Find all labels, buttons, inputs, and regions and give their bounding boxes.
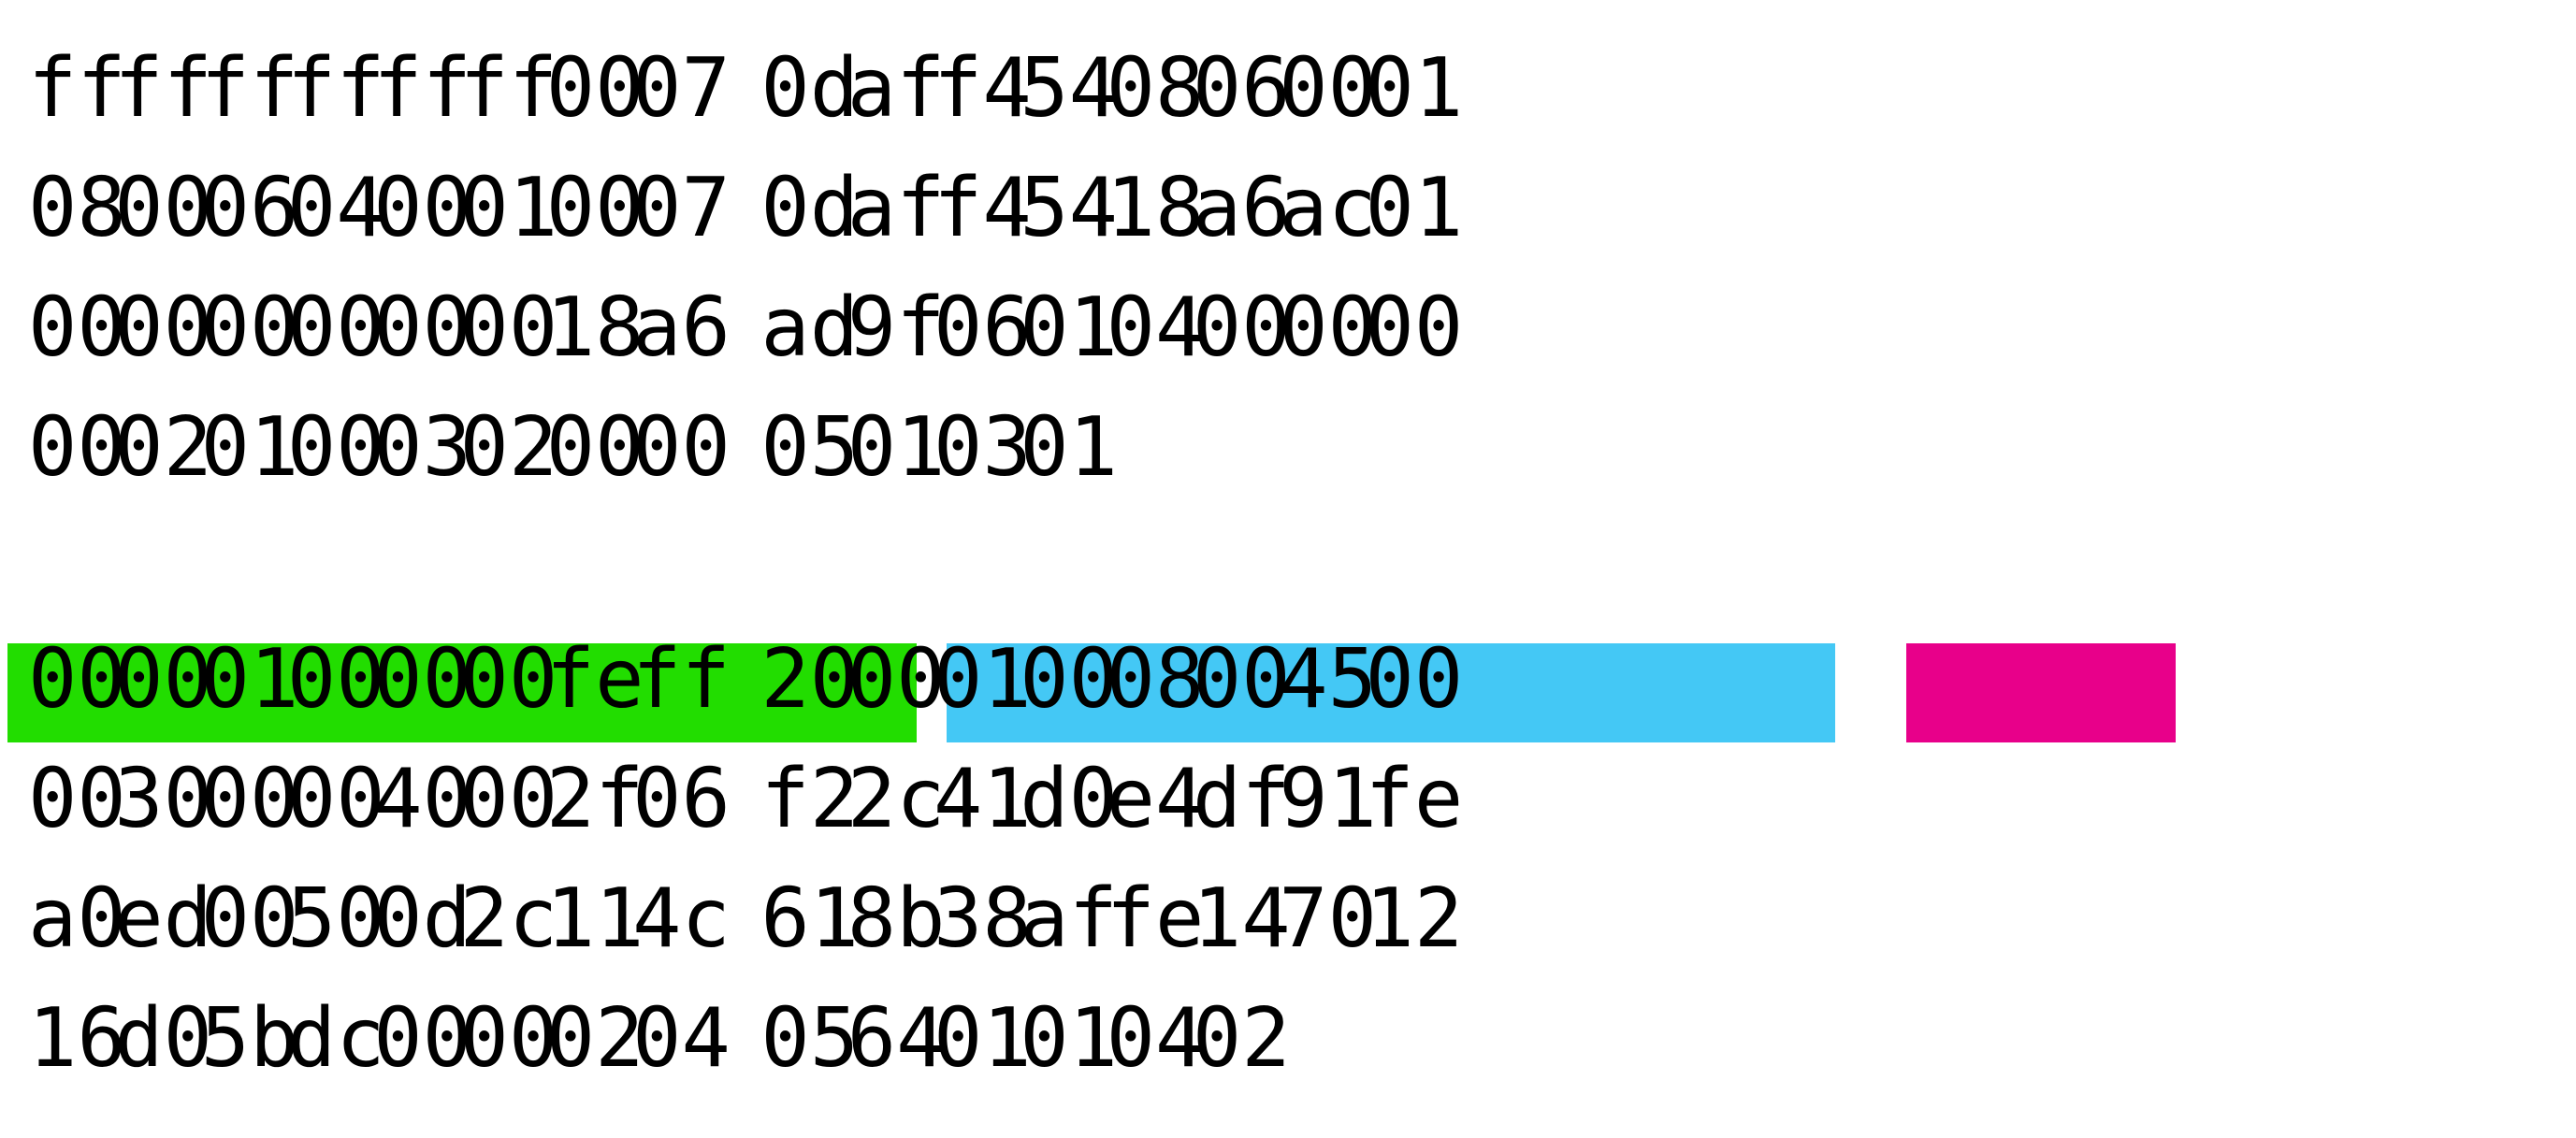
hex-byte: 00 (1365, 280, 1464, 375)
hex-row: ff ff ff ff ff ff 00 07 0d af f4 54 08 06 00 01 (0, 41, 2576, 135)
hex-row: 00 00 01 00 00 00 fe ff 20 00 01 00 08 00 45 00 (0, 632, 2576, 726)
hex-row: a0 ed 00 50 0d 2c 11 4c 61 8b 38 af fe 14 70 12 (0, 872, 2576, 965)
hex-byte: 12 (1365, 871, 1464, 966)
hex-byte: 01 (1365, 40, 1464, 136)
hex-row: 00 00 00 00 00 00 18 a6 ad 9f 06 01 04 00 00 00 (0, 281, 2576, 374)
hex-row: 00 02 01 00 03 02 00 00 05 01 03 01 (0, 400, 2576, 494)
hex-byte: fe (1365, 751, 1464, 846)
hex-byte: 01 (1365, 160, 1464, 255)
hex-row: 08 00 06 04 00 01 00 07 0d af f4 54 18 a6 ac 01 (0, 161, 2576, 254)
hex-byte: ff (632, 631, 731, 727)
hex-byte: 00 (632, 399, 731, 495)
hex-byte: 06 (632, 751, 731, 846)
hex-byte: 02 (1192, 990, 1291, 1086)
hex-byte: 00 (1365, 631, 1464, 727)
hex-byte: 01 (1020, 399, 1119, 495)
hex-row: 16 d0 5b dc 00 00 02 04 05 64 01 01 04 02 (0, 991, 2576, 1085)
hex-byte: 04 (632, 990, 731, 1086)
hex-byte: 4c (632, 871, 731, 966)
hex-byte: a6 (632, 280, 731, 375)
hex-dump-view: ff ff ff ff ff ff 00 07 0d af f4 54 08 06 00 01 08 00 06 04… (0, 0, 2576, 1138)
hex-byte: 07 (632, 160, 731, 255)
hex-row: 00 30 00 00 40 00 2f 06 f2 2c 41 d0 e4 df 91 fe (0, 752, 2576, 845)
hex-byte: 07 (632, 40, 731, 136)
